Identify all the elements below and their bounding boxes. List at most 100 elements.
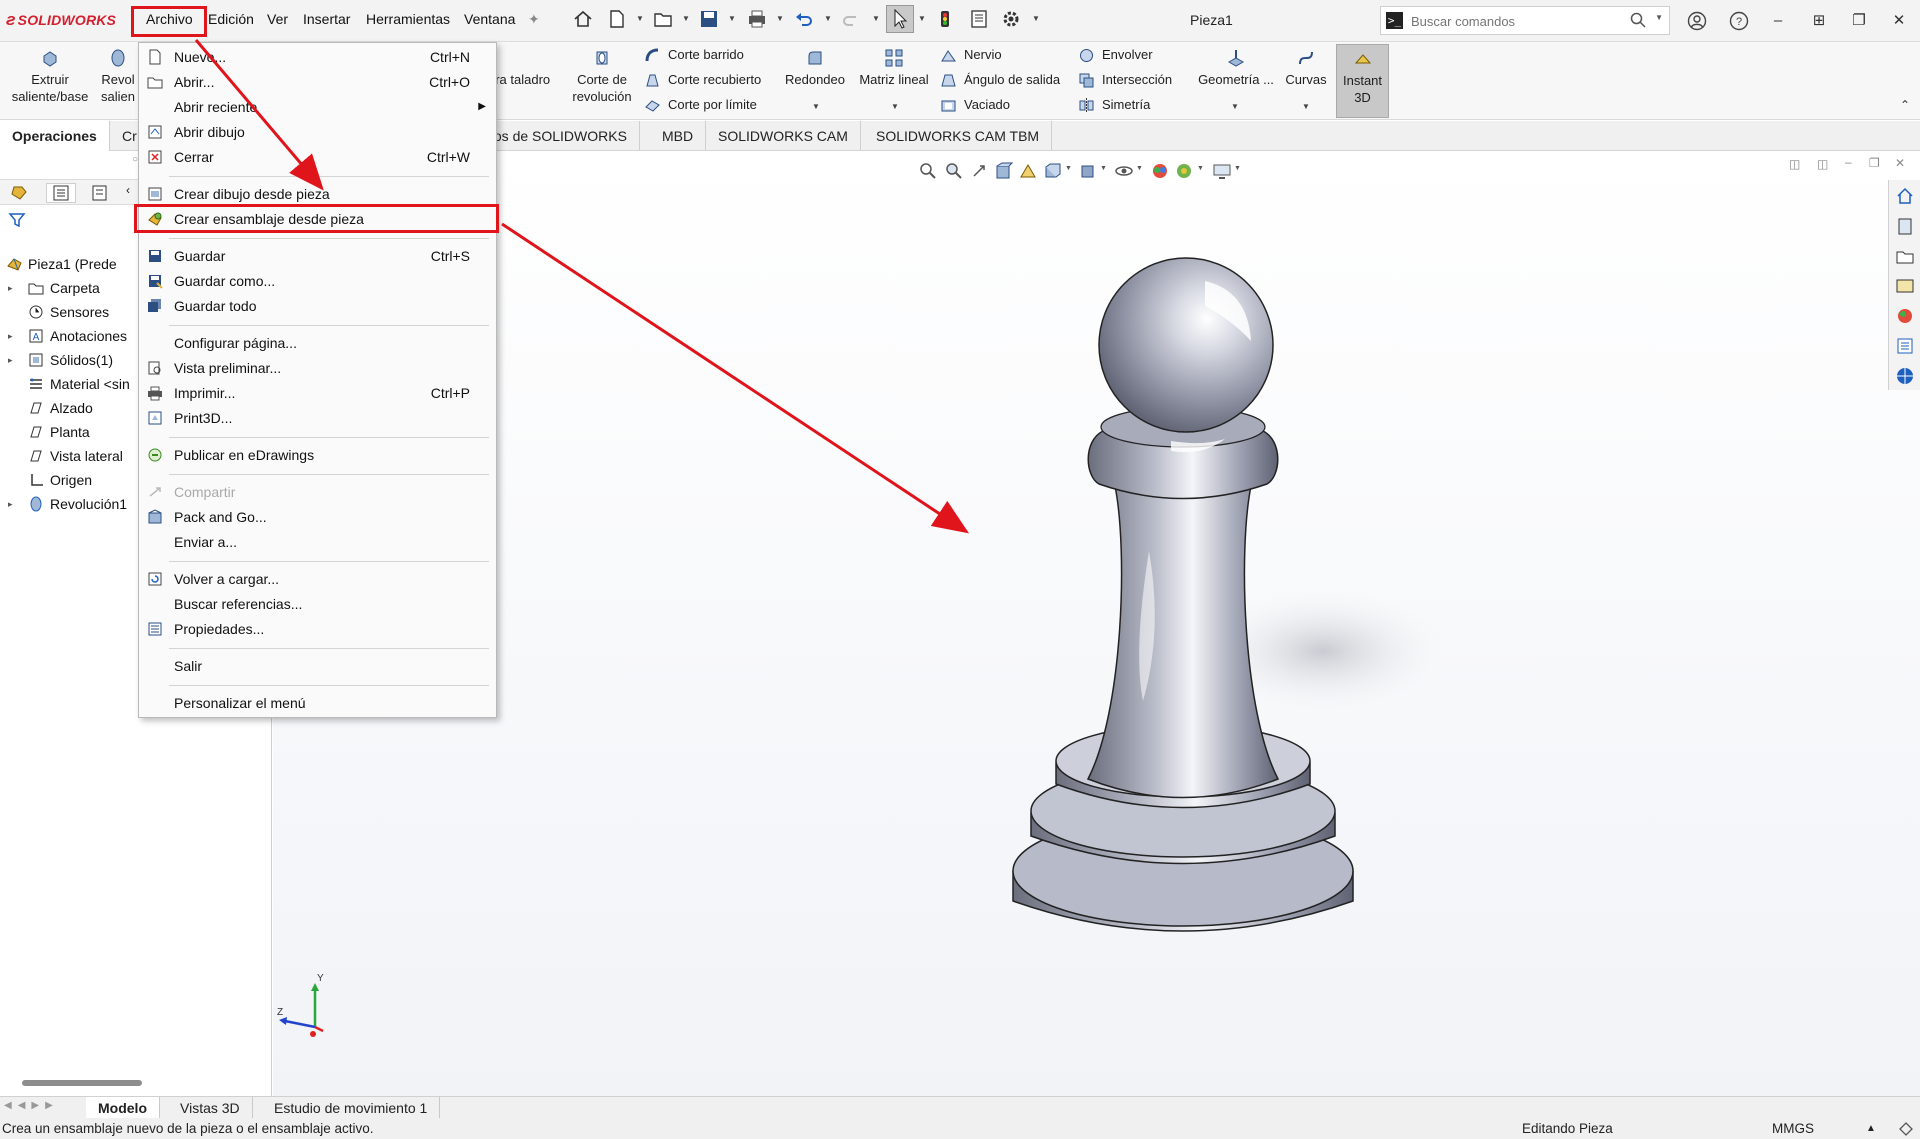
user-account-icon[interactable] (1684, 8, 1710, 34)
collapse-ribbon-icon[interactable]: ⌃ (1900, 98, 1910, 112)
file-explorer-icon[interactable] (1895, 246, 1915, 266)
chevron-down-icon[interactable]: ▼ (1231, 102, 1239, 111)
chevron-down-icon[interactable]: ▼ (1032, 14, 1040, 23)
graphics-area[interactable]: ▼ ▼ ▼ ▼ ▼ ◫ ◫ – ❐ ✕ Y Z (273, 151, 1920, 1096)
tab-solidworks-cam[interactable]: SOLIDWORKS CAM (706, 121, 861, 151)
draft-button[interactable]: Ángulo de salida (940, 69, 1060, 91)
tab-operaciones[interactable]: Operaciones (0, 121, 110, 151)
extrude-boss-button[interactable]: Extruir saliente/base (4, 46, 96, 105)
view-palette-icon[interactable] (1895, 276, 1915, 296)
tile-windows-icon[interactable]: ⊞ (1806, 8, 1832, 34)
menu-item[interactable]: Guardar Ctrl+S (139, 245, 496, 267)
help-icon[interactable]: ? (1726, 8, 1752, 34)
tab-scroll-arrows-icon[interactable]: ◀◀▶▶ (4, 1100, 59, 1111)
pawn-model[interactable] (853, 251, 1633, 1011)
menu-item[interactable]: Abrir... Ctrl+O (139, 71, 496, 93)
expand-arrow-icon[interactable]: ▸ (8, 499, 13, 510)
dynamic-annotation-icon[interactable] (1018, 161, 1038, 181)
menu-item[interactable]: Abrir dibujo (139, 121, 496, 143)
hole-wizard-button[interactable]: ara taladro (488, 46, 562, 88)
hide-show-items-icon[interactable] (1114, 161, 1134, 181)
tab-solidworks-cam-tbm[interactable]: SOLIDWORKS CAM TBM (864, 121, 1053, 151)
menu-item[interactable]: Vista preliminar... (139, 357, 496, 379)
solidworks-resources-icon[interactable] (1895, 186, 1915, 206)
viewport-restore-icon[interactable]: ❐ (1869, 156, 1880, 170)
cut-boundary-button[interactable]: Corte por límite (644, 94, 757, 116)
menu-item[interactable]: Buscar referencias... (139, 593, 496, 615)
expand-arrow-icon[interactable]: ▸ (8, 355, 13, 366)
rebuild-icon[interactable] (934, 8, 956, 30)
undo-icon[interactable] (793, 8, 815, 30)
menu-item[interactable]: Guardar todo (139, 295, 496, 317)
chevron-down-icon[interactable]: ▼ (636, 14, 644, 23)
open-icon[interactable] (652, 8, 674, 30)
menu-item[interactable]: Salir (139, 655, 496, 677)
wrap-button[interactable]: Envolver (1078, 44, 1153, 66)
view-settings-icon[interactable] (1212, 161, 1232, 181)
chevron-down-icon[interactable]: ▼ (1100, 165, 1107, 172)
chevron-down-icon[interactable]: ▼ (1197, 165, 1204, 172)
menu-item[interactable]: Enviar a... (139, 531, 496, 553)
chevron-down-icon[interactable]: ▼ (1065, 165, 1072, 172)
pin-icon[interactable]: ✦ (528, 11, 540, 28)
menu-item[interactable]: Pack and Go... (139, 506, 496, 528)
chevron-down-icon[interactable]: ▼ (1302, 102, 1310, 111)
edit-appearance-icon[interactable] (1150, 161, 1170, 181)
menu-ventana[interactable]: Ventana (464, 11, 515, 27)
menu-herramientas[interactable]: Herramientas (366, 11, 450, 27)
solidworks-forum-icon[interactable] (1895, 366, 1915, 386)
design-library-icon[interactable] (1895, 216, 1915, 236)
home-icon[interactable] (572, 8, 594, 30)
fillet-button[interactable]: Redondeo (780, 46, 850, 88)
property-manager-tab-icon[interactable] (46, 183, 76, 203)
menu-item[interactable]: Print3D... (139, 407, 496, 429)
viewport-split-right-icon[interactable]: ◫ (1817, 157, 1828, 171)
close-icon[interactable]: ✕ (1886, 8, 1912, 34)
search-icon[interactable] (1629, 11, 1647, 29)
horizontal-scrollbar[interactable] (22, 1080, 142, 1086)
status-units[interactable]: MMGS (1772, 1118, 1814, 1139)
chevron-down-icon[interactable]: ▼ (872, 14, 880, 23)
chevron-down-icon[interactable]: ▼ (1136, 165, 1143, 172)
menu-item[interactable]: Configurar página... (139, 332, 496, 354)
cut-loft-button[interactable]: Corte recubierto (644, 69, 761, 91)
menu-ver[interactable]: Ver (267, 11, 288, 27)
chevron-down-icon[interactable]: ▼ (728, 14, 736, 23)
tab-vistas-3d[interactable]: Vistas 3D (168, 1097, 253, 1119)
minimize-icon[interactable]: – (1765, 8, 1791, 34)
chevron-down-icon[interactable]: ▼ (918, 14, 926, 23)
menu-item[interactable]: Volver a cargar... (139, 568, 496, 590)
save-icon[interactable] (698, 8, 720, 30)
viewport-minimize-icon[interactable]: – (1845, 155, 1852, 169)
chevron-down-icon[interactable]: ▼ (1234, 165, 1241, 172)
gear-icon[interactable] (1000, 8, 1022, 30)
previous-view-icon[interactable] (970, 161, 990, 181)
menu-edicion[interactable]: Edición (208, 11, 254, 27)
apply-scene-icon[interactable] (1174, 161, 1194, 181)
chevron-down-icon[interactable]: ▼ (1655, 13, 1663, 22)
instant3d-button[interactable]: Instant 3D (1336, 44, 1389, 118)
configuration-manager-tab-icon[interactable] (88, 183, 118, 203)
select-cursor-icon[interactable] (886, 5, 914, 33)
restore-icon[interactable]: ❐ (1846, 8, 1872, 34)
feature-tree-tab-icon[interactable] (8, 183, 38, 203)
filter-icon[interactable] (8, 211, 26, 229)
print-icon[interactable] (746, 8, 768, 30)
file-properties-icon[interactable] (968, 8, 990, 30)
cut-sweep-button[interactable]: Corte barrido (644, 44, 744, 66)
curves-button[interactable]: Curvas (1280, 46, 1332, 88)
chevron-down-icon[interactable]: ▼ (812, 102, 820, 111)
tab-modelo[interactable]: Modelo (86, 1097, 160, 1119)
zoom-to-area-icon[interactable] (944, 161, 964, 181)
expand-arrow-icon[interactable]: ▸ (8, 331, 13, 342)
view-orientation-icon[interactable] (1042, 161, 1062, 181)
intersect-button[interactable]: Intersección (1078, 69, 1172, 91)
viewport-close-icon[interactable]: ✕ (1895, 156, 1905, 170)
reference-geometry-button[interactable]: Geometría ... (1194, 46, 1278, 88)
menu-item[interactable]: Nuevo... Ctrl+N (139, 46, 496, 68)
menu-item[interactable]: Guardar como... (139, 270, 496, 292)
search-commands[interactable]: >_ ▼ (1380, 6, 1670, 35)
chevron-down-icon[interactable]: ▼ (891, 102, 899, 111)
zoom-to-fit-icon[interactable] (918, 161, 938, 181)
tab-addins[interactable]: tos de SOLIDWORKS (478, 121, 640, 151)
